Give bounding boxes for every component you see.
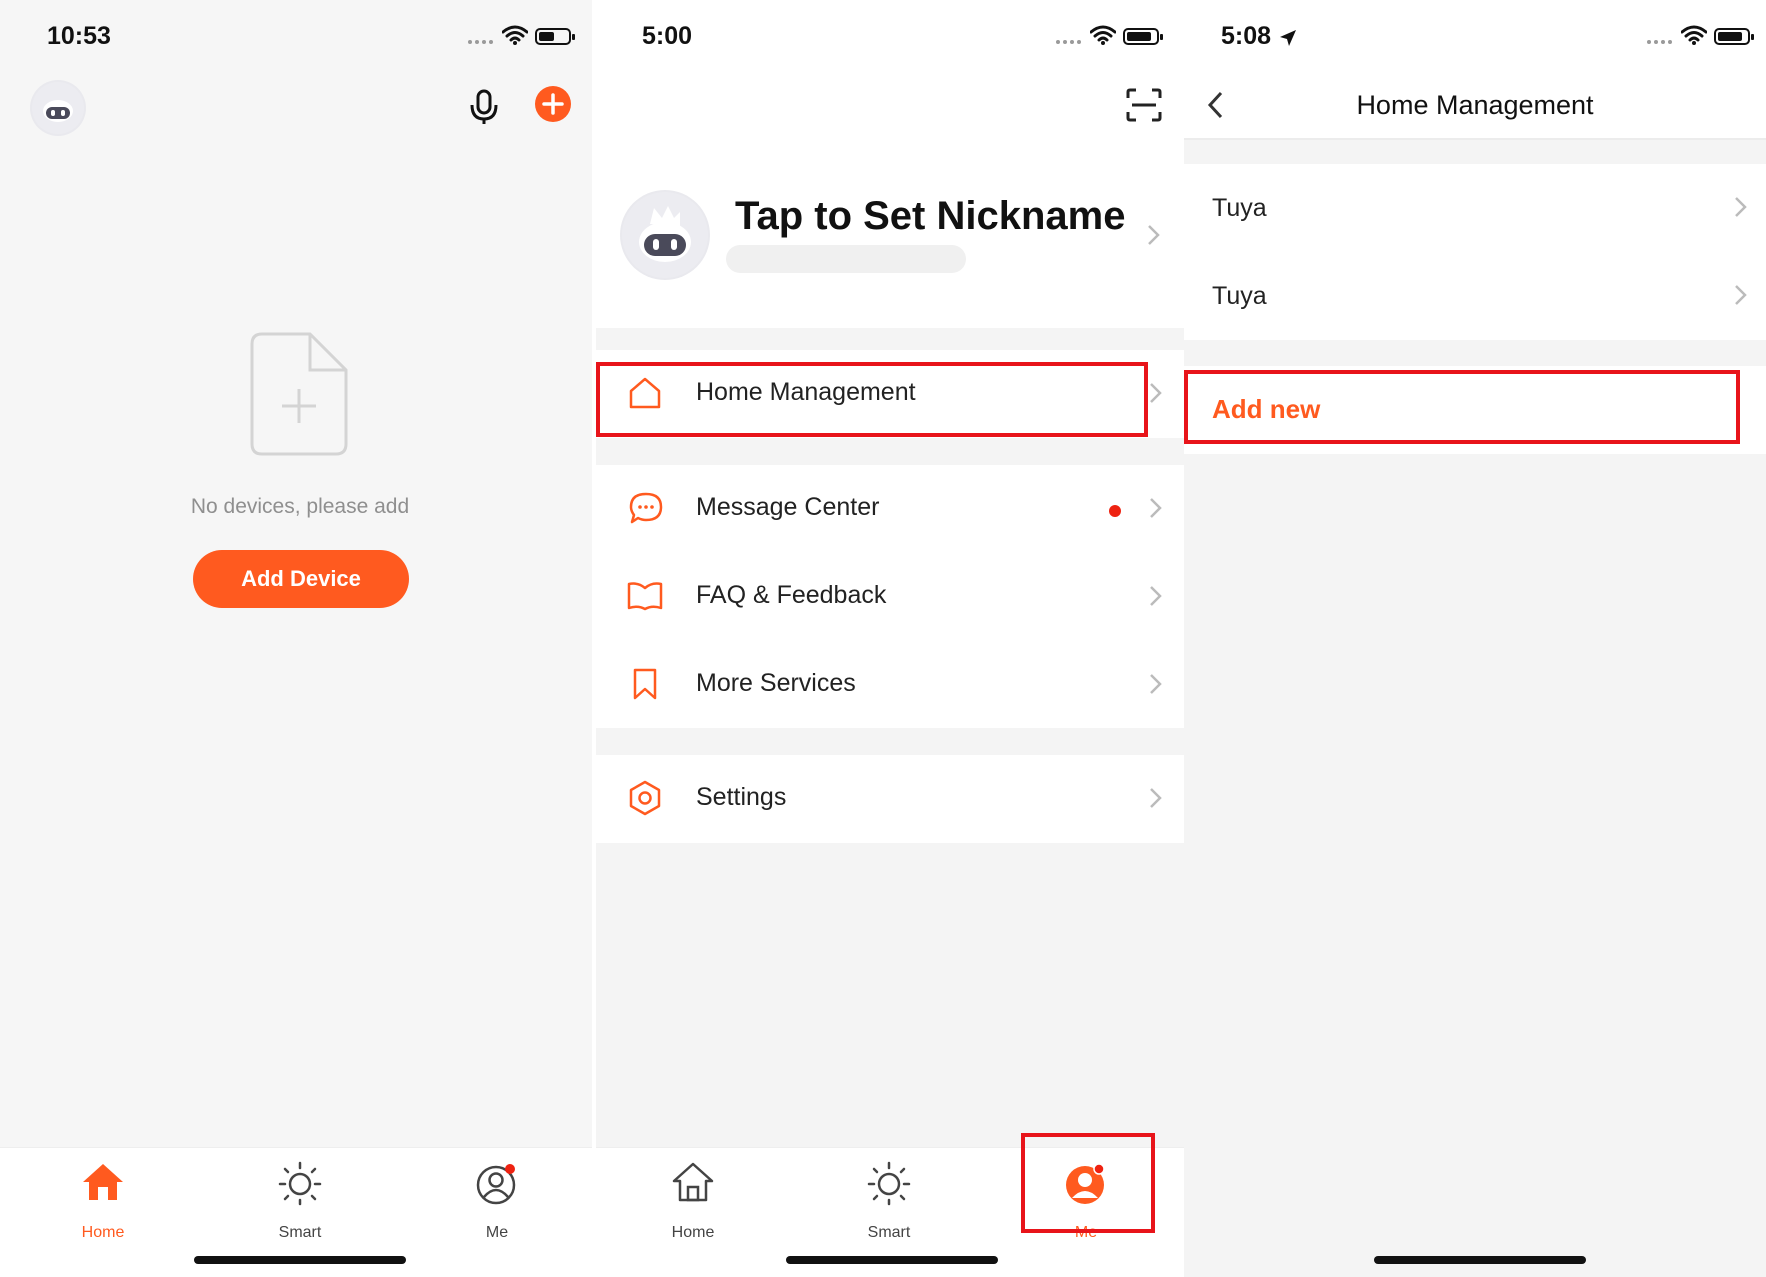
tab-home[interactable]: Home [43, 1160, 163, 1241]
status-bar: 5:08 [1184, 0, 1766, 80]
chevron-right-icon[interactable] [1147, 224, 1161, 246]
chevron-right-icon [1150, 383, 1162, 403]
profile-avatar[interactable] [620, 190, 710, 280]
location-arrow-icon [1280, 30, 1296, 46]
home-name: Tuya [1212, 282, 1267, 310]
chevron-right-icon [1150, 586, 1162, 606]
highlight-box [1184, 370, 1740, 444]
status-time: 5:08 [1221, 22, 1272, 50]
faq-feedback-label: FAQ & Feedback [696, 581, 887, 609]
chat-bubble-icon [629, 492, 663, 524]
sun-icon [278, 1161, 322, 1206]
signal-icon [1056, 40, 1081, 44]
signal-icon [1647, 40, 1672, 44]
home-icon [83, 1164, 123, 1200]
add-file-icon [250, 332, 348, 456]
chevron-right-icon [1150, 674, 1162, 694]
home-list: Tuya Tuya [1184, 164, 1766, 340]
wifi-icon [1090, 25, 1116, 45]
highlight-box [1021, 1133, 1155, 1233]
tab-home[interactable]: Home [633, 1160, 753, 1241]
tab-smart[interactable]: Smart [240, 1160, 360, 1241]
tab-me[interactable]: Me [437, 1160, 557, 1241]
home-indicator [786, 1256, 998, 1264]
home-indicator [194, 1256, 406, 1264]
home-icon [672, 1162, 714, 1202]
faq-feedback-row[interactable]: FAQ & Feedback [596, 553, 1184, 641]
bookmark-icon [633, 668, 657, 700]
masked-account [726, 245, 966, 273]
wifi-icon [1681, 25, 1707, 45]
home-list-item[interactable]: Tuya [1184, 252, 1766, 340]
home-screen: 10:53 No devices, please add Add Device … [0, 0, 592, 1277]
add-device-button[interactable]: Add Device [193, 550, 409, 608]
highlight-box [596, 362, 1148, 437]
person-icon [476, 1164, 516, 1205]
chevron-right-icon [1735, 285, 1747, 305]
tab-smart-label: Smart [278, 1224, 322, 1241]
hexagon-gear-icon [629, 780, 661, 816]
menu-group: Message Center FAQ & Feedback More Servi… [596, 465, 1184, 728]
tab-home-label: Home [671, 1224, 715, 1241]
tab-smart[interactable]: Smart [829, 1160, 949, 1241]
status-time: 5:00 [642, 22, 693, 50]
home-indicator [1374, 1256, 1586, 1264]
empty-state-message: No devices, please add [190, 495, 410, 518]
open-book-icon [627, 582, 663, 611]
status-bar: 10:53 [0, 0, 592, 80]
robot-avatar-icon [32, 82, 84, 134]
home-name: Tuya [1212, 194, 1267, 222]
microphone-icon[interactable] [469, 89, 499, 125]
more-services-label: More Services [696, 669, 856, 697]
sun-icon [867, 1161, 911, 1206]
avatar[interactable] [30, 80, 86, 136]
battery-icon [535, 28, 575, 45]
chevron-right-icon [1150, 788, 1162, 808]
unread-dot [1109, 505, 1121, 517]
home-list-item[interactable]: Tuya [1184, 164, 1766, 252]
settings-label: Settings [696, 783, 787, 811]
wifi-icon [502, 25, 528, 45]
chevron-right-icon [1150, 498, 1162, 518]
battery-icon [1714, 28, 1754, 45]
message-center-row[interactable]: Message Center [596, 465, 1184, 553]
tab-smart-label: Smart [867, 1224, 911, 1241]
page-title: Home Management [1356, 90, 1594, 120]
status-bar: 5:00 [596, 0, 1184, 80]
battery-icon [1123, 28, 1163, 45]
status-time: 10:53 [47, 22, 111, 50]
chevron-right-icon [1735, 197, 1747, 217]
home-management-screen: 5:08 Home Management Tuya Tuya Add new [1184, 0, 1766, 1277]
add-plus-icon[interactable] [535, 86, 571, 122]
tab-me-label: Me [485, 1224, 509, 1241]
robot-avatar-icon [622, 192, 708, 278]
nickname-prompt[interactable]: Tap to Set Nickname [735, 194, 1125, 239]
message-center-label: Message Center [696, 493, 880, 521]
more-services-row[interactable]: More Services [596, 641, 1184, 729]
nav-divider [1184, 138, 1766, 140]
signal-icon [468, 40, 493, 44]
tab-home-label: Home [81, 1224, 125, 1241]
scan-icon[interactable] [1126, 88, 1162, 122]
settings-row[interactable]: Settings [596, 755, 1184, 843]
me-screen: 5:00 Tap to Set Nickname Home Management… [596, 0, 1184, 1277]
